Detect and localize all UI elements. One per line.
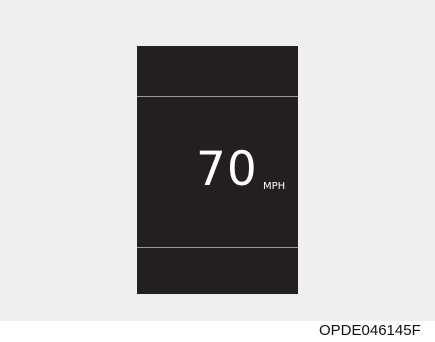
- image-code: OPDE046145F: [319, 322, 421, 339]
- speed-value: 70: [196, 142, 258, 197]
- cluster-display: 70 MPH: [137, 46, 298, 294]
- speed-unit: MPH: [263, 181, 286, 192]
- top-divider: [137, 96, 298, 97]
- bottom-divider: [137, 247, 298, 248]
